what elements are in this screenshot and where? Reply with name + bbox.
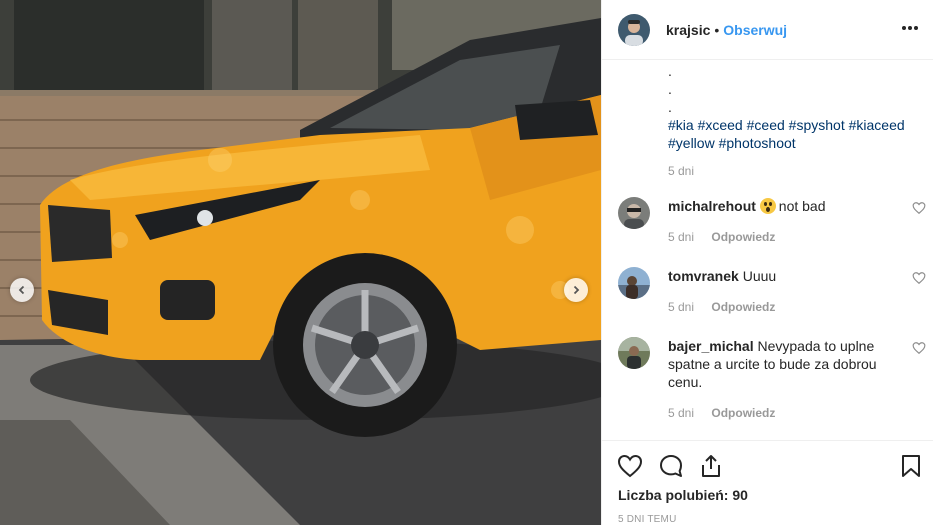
commenter-avatar[interactable] — [618, 337, 650, 369]
hashtag-link[interactable]: #yellow — [668, 135, 715, 151]
comment-message: not bad — [778, 198, 826, 214]
share-icon — [702, 455, 720, 477]
comment-meta: 5 dni Odpowiedz — [668, 230, 775, 244]
post-header: krajsic • Obserwuj — [602, 0, 933, 60]
post-date[interactable]: 5 DNI TEMU — [618, 514, 677, 525]
comment-username[interactable]: michalrehout — [668, 198, 756, 214]
like-button[interactable] — [617, 453, 643, 479]
heart-icon — [912, 342, 926, 355]
comment-like-button[interactable] — [912, 341, 926, 355]
more-options-button[interactable] — [898, 16, 922, 40]
header-separator: • — [714, 21, 720, 38]
reply-button[interactable]: Odpowiedz — [711, 230, 775, 244]
chevron-right-icon — [573, 285, 580, 295]
hashtag-link[interactable]: #xceed — [698, 117, 743, 133]
hashtag-link[interactable]: #ceed — [747, 117, 785, 133]
next-photo-button[interactable] — [564, 278, 588, 302]
chevron-left-icon — [18, 285, 25, 295]
comment-like-button[interactable] — [912, 271, 926, 285]
comment-bubble-icon — [660, 455, 682, 477]
comment-message: Uuuu — [742, 268, 777, 284]
share-button[interactable] — [698, 453, 724, 479]
comment-text: michalrehout not bad — [668, 197, 890, 215]
hashtag-link[interactable]: #photoshoot — [719, 135, 796, 151]
hashtag-link[interactable]: #kia — [668, 117, 694, 133]
comment-text: bajer_michal Nevypada to uplne spatne a … — [668, 337, 890, 391]
likes-count[interactable]: Liczba polubień: 90 — [618, 487, 748, 503]
comment-meta: 5 dni Odpowiedz — [668, 300, 775, 314]
heart-icon — [912, 202, 926, 215]
bookmark-icon — [902, 455, 920, 477]
comment-button[interactable] — [658, 453, 684, 479]
comment-username[interactable]: tomvranek — [668, 268, 739, 284]
comment-meta: 5 dni Odpowiedz — [668, 406, 775, 420]
hashtag-link[interactable]: #kiaceed — [849, 117, 905, 133]
reply-button[interactable]: Odpowiedz — [711, 406, 775, 420]
comment-time[interactable]: 5 dni — [668, 230, 694, 244]
follow-button[interactable]: Obserwuj — [723, 22, 787, 38]
caption-line: . — [668, 81, 672, 97]
comment-username[interactable]: bajer_michal — [668, 338, 754, 354]
comment-time[interactable]: 5 dni — [668, 300, 694, 314]
caption-line: . — [668, 99, 672, 115]
instagram-post-view: krajsic • Obserwuj . . . #kia #xceed #ce… — [0, 0, 933, 525]
commenter-avatar[interactable] — [618, 267, 650, 299]
comment-like-button[interactable] — [912, 201, 926, 215]
author-username[interactable]: krajsic — [666, 22, 710, 38]
post-sidebar: krajsic • Obserwuj . . . #kia #xceed #ce… — [601, 0, 933, 525]
author-avatar[interactable] — [618, 13, 650, 46]
post-caption: . . . #kia #xceed #ceed #spyshot #kiacee… — [668, 62, 918, 152]
reply-button[interactable]: Odpowiedz — [711, 300, 775, 314]
post-photo[interactable] — [0, 0, 601, 525]
commenter-avatar[interactable] — [618, 197, 650, 229]
save-button[interactable] — [898, 453, 924, 479]
comment-text: tomvranek Uuuu — [668, 267, 890, 285]
astonished-face-emoji-icon — [759, 198, 776, 214]
heart-icon — [617, 454, 643, 478]
previous-photo-button[interactable] — [10, 278, 34, 302]
post-actions: Liczba polubień: 90 5 DNI TEMU — [602, 440, 933, 525]
caption-timestamp[interactable]: 5 dni — [668, 164, 694, 178]
hashtag-list: #kia #xceed #ceed #spyshot #kiaceed #yel… — [668, 116, 918, 152]
car-photo-illustration — [0, 0, 601, 525]
comment-time[interactable]: 5 dni — [668, 406, 694, 420]
hashtag-link[interactable]: #spyshot — [789, 117, 845, 133]
caption-line: . — [668, 63, 672, 79]
heart-icon — [912, 272, 926, 285]
more-options-icon — [902, 26, 918, 30]
